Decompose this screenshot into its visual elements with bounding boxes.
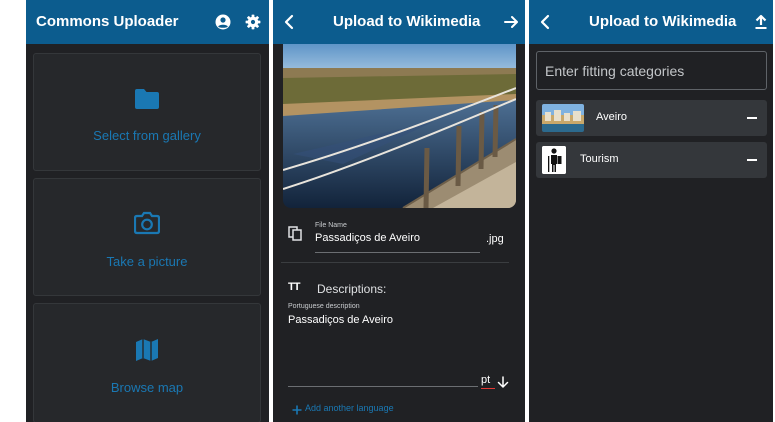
camera-icon	[133, 211, 161, 240]
folder-icon	[134, 88, 160, 115]
description-input[interactable]: Passadiços de Aveiro	[288, 314, 393, 326]
text-format-icon: TT	[288, 281, 300, 293]
home-screen: Commons Uploader Select from gallery Tak…	[26, 0, 269, 422]
file-name-underline	[315, 252, 480, 253]
description-underline	[288, 386, 478, 387]
category-name: Aveiro	[596, 111, 627, 123]
file-name-input[interactable]: Passadiços de Aveiro	[315, 232, 420, 244]
file-name-label: File Name	[315, 222, 347, 229]
remove-category-aveiro-button[interactable]	[747, 117, 757, 119]
categories-screen: Upload to Wikimedia Enter fitting catego…	[529, 0, 773, 422]
gear-icon[interactable]	[243, 12, 263, 32]
category-search-placeholder: Enter fitting categories	[545, 63, 685, 79]
screen-title: Upload to Wikimedia	[589, 13, 737, 30]
tourism-thumbnail	[542, 146, 566, 174]
description-label: Portuguese description	[288, 303, 360, 310]
arrow-down-icon[interactable]	[497, 375, 509, 393]
add-another-language-button[interactable]: Add another language	[305, 403, 394, 413]
category-search-input[interactable]: Enter fitting categories	[536, 51, 767, 90]
remove-category-tourism-button[interactable]	[747, 159, 757, 161]
app-title: Commons Uploader	[36, 13, 179, 30]
plus-icon	[292, 402, 302, 420]
category-item-aveiro: Aveiro	[536, 100, 767, 136]
language-spellcheck-underline	[481, 388, 495, 389]
browse-map-label: Browse map	[110, 380, 184, 395]
image-preview	[283, 44, 516, 208]
app-bar: Commons Uploader	[26, 0, 269, 44]
upload-icon[interactable]	[751, 12, 771, 32]
divider	[281, 262, 509, 263]
copy-icon	[288, 226, 302, 246]
aveiro-thumbnail	[542, 104, 584, 132]
browse-map-button[interactable]: Browse map	[33, 303, 261, 422]
app-bar: Upload to Wikimedia	[273, 0, 525, 44]
app-bar: Upload to Wikimedia	[529, 0, 773, 44]
language-code[interactable]: pt	[481, 374, 490, 386]
upload-details-screen: Upload to Wikimedia File Name Passadiços…	[273, 0, 525, 422]
take-a-picture-label: Take a picture	[106, 254, 188, 269]
descriptions-heading: Descriptions:	[317, 282, 387, 296]
screen-title: Upload to Wikimedia	[333, 13, 481, 30]
back-icon[interactable]	[279, 12, 299, 32]
file-extension: .jpg	[486, 233, 504, 245]
category-item-tourism: Tourism	[536, 142, 767, 178]
map-icon	[135, 338, 159, 367]
select-from-gallery-button[interactable]: Select from gallery	[33, 53, 261, 171]
arrow-forward-icon[interactable]	[501, 12, 521, 32]
back-icon[interactable]	[535, 12, 555, 32]
select-from-gallery-label: Select from gallery	[93, 128, 201, 143]
category-name: Tourism	[580, 153, 619, 165]
take-a-picture-button[interactable]: Take a picture	[33, 178, 261, 296]
account-icon[interactable]	[213, 12, 233, 32]
